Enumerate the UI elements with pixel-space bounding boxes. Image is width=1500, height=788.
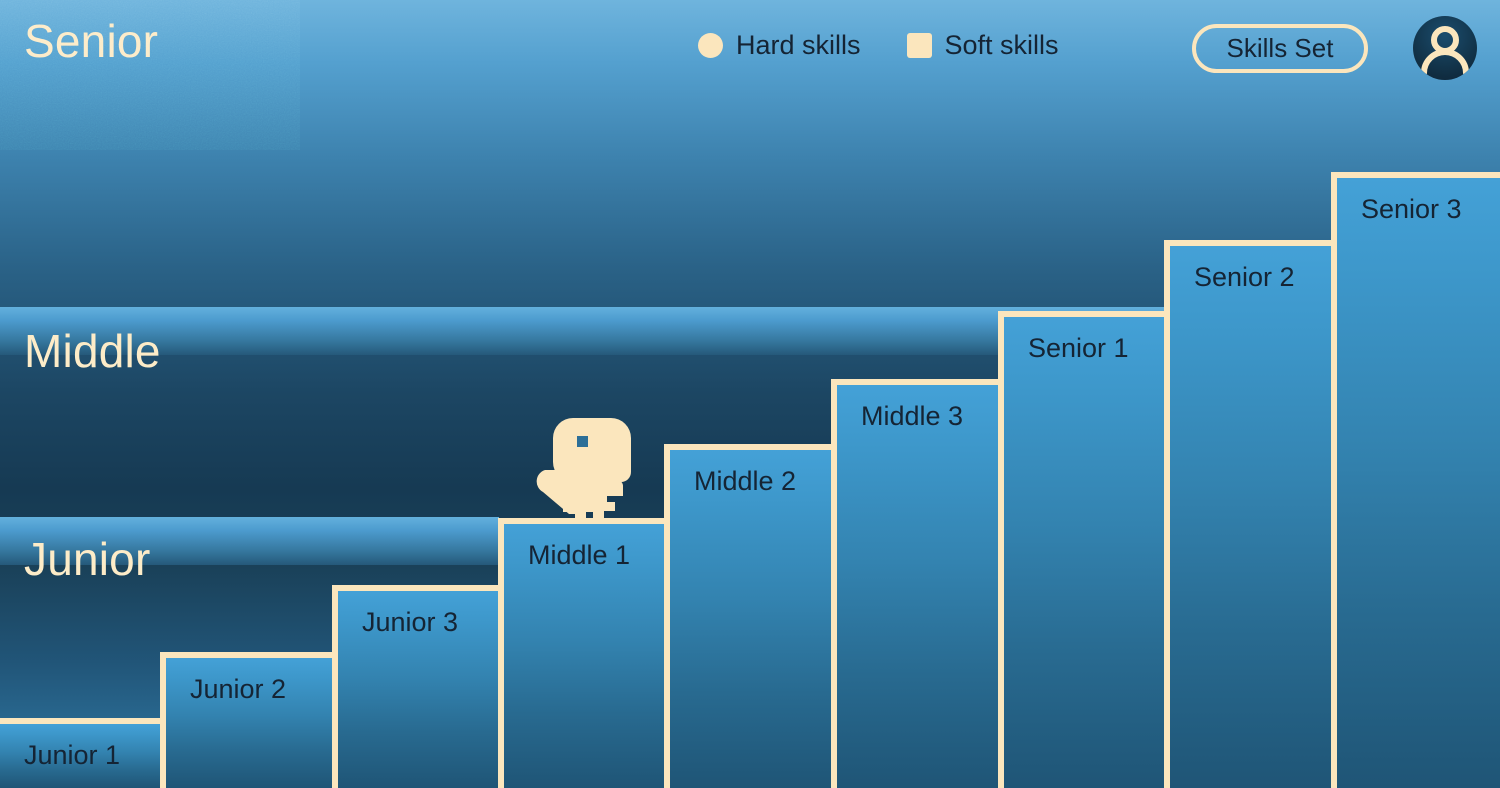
staircase-step[interactable]: Junior 1 xyxy=(0,718,166,788)
square-marker-icon xyxy=(906,33,932,58)
staircase-step-label: Junior 1 xyxy=(24,740,121,770)
staircase-step-label: Middle 3 xyxy=(861,401,964,431)
chart-legend: Hard skills Soft skills xyxy=(698,30,1059,61)
staircase-step-label: Junior 2 xyxy=(190,674,287,704)
staircase-step[interactable]: Middle 2 xyxy=(664,444,842,788)
user-avatar-icon[interactable] xyxy=(1413,16,1477,80)
staircase-step[interactable]: Junior 3 xyxy=(332,585,510,788)
skills-staircase-canvas: Senior Middle Junior Junior 1 Junior 2 Jun… xyxy=(0,0,1500,788)
staircase-steps: Junior 1 Junior 2 Junior 3 Middle 1 Middle 2… xyxy=(0,0,1500,788)
legend-item-hard-skills[interactable]: Hard skills xyxy=(698,30,861,61)
legend-label-hard-skills: Hard skills xyxy=(736,30,861,60)
pixel-dino-icon xyxy=(533,418,639,522)
staircase-step-label: Senior 3 xyxy=(1361,194,1462,224)
circle-marker-icon xyxy=(698,33,723,58)
staircase-step[interactable]: Middle 1 xyxy=(498,518,670,788)
staircase-step-label: Middle 2 xyxy=(694,466,797,496)
staircase-step-label: Junior 3 xyxy=(362,607,459,637)
header-bar: Hard skills Soft skills Skills Set xyxy=(0,0,1500,96)
staircase-step[interactable]: Senior 1 xyxy=(998,311,1171,788)
staircase-step[interactable]: Senior 3 xyxy=(1331,172,1500,788)
staircase-step-label: Senior 1 xyxy=(1028,333,1129,363)
staircase-step[interactable]: Junior 2 xyxy=(160,652,338,788)
staircase-step-label: Senior 2 xyxy=(1194,262,1295,292)
staircase-step[interactable]: Middle 3 xyxy=(831,379,1006,788)
staircase-step[interactable]: Senior 2 xyxy=(1164,240,1339,788)
staircase-step-label: Middle 1 xyxy=(528,540,631,570)
legend-label-soft-skills: Soft skills xyxy=(944,30,1059,60)
legend-item-soft-skills[interactable]: Soft skills xyxy=(906,30,1059,61)
skills-set-button[interactable]: Skills Set xyxy=(1192,24,1368,73)
